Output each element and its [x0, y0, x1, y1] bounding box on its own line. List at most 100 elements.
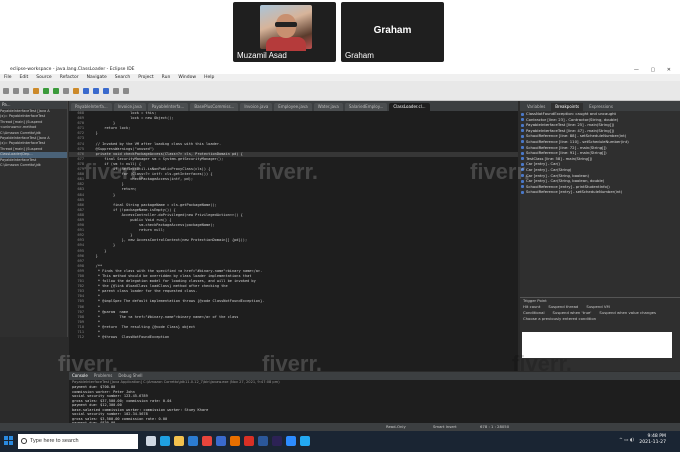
save-icon[interactable]: [13, 87, 19, 94]
word-icon[interactable]: [258, 436, 268, 446]
menu-item-run[interactable]: Run: [162, 74, 171, 81]
zoom-icon[interactable]: [286, 436, 296, 446]
window-controls[interactable]: — ▢ ✕: [634, 66, 676, 74]
right-tab-expressions[interactable]: Expressions: [585, 103, 617, 111]
code-text: }: [87, 192, 116, 197]
participant-tile-graham[interactable]: Graham Graham: [341, 2, 444, 62]
suspend-when-changes-radio[interactable]: Suspend when value changes: [599, 310, 656, 316]
java-icon[interactable]: [230, 436, 240, 446]
participant-display-label: Graham: [373, 25, 412, 36]
taskbar-search-box[interactable]: Type here to search: [18, 434, 138, 449]
meeting-strip: Muzamil Asad Graham Graham: [0, 0, 680, 66]
window-title: eclipse-workspace - java.lang.ClassLoade…: [10, 67, 135, 72]
editor-tab[interactable]: SalariedEmploy...: [344, 103, 388, 111]
open-type-icon[interactable]: [123, 87, 129, 94]
windows-start-icon[interactable]: [4, 436, 14, 446]
code-text: * @throws ClassNotFoundException: [87, 335, 170, 340]
breakpoint-list: ClassNotFoundException: caught and uncau…: [520, 111, 680, 195]
code-area[interactable]: 668 lock = this; 669 lock = new Object();…: [69, 111, 518, 371]
menu-item-refactor[interactable]: Refactor: [60, 74, 79, 81]
editor-tab[interactable]: Invoice.java: [240, 103, 273, 111]
menu-item-project[interactable]: Project: [138, 74, 153, 81]
clock-date: 2021-11-27: [639, 440, 666, 445]
eclipse-window: eclipse-workspace - java.lang.ClassLoade…: [0, 66, 680, 431]
menu-item-file[interactable]: File: [4, 74, 12, 81]
status-cursor-position: 678 : 1 : 28050: [480, 424, 510, 429]
task-view-icon[interactable]: [146, 436, 156, 446]
right-tab-variables[interactable]: Variables: [523, 103, 549, 111]
console-tabs: Console Problems Debug Shell: [69, 372, 680, 380]
code-editor: PayableInterfa... Invoice.java PayableInte…: [69, 101, 518, 371]
edge-icon[interactable]: [160, 436, 170, 446]
search-icon[interactable]: [113, 87, 119, 94]
print-icon[interactable]: [23, 87, 29, 94]
console-tab-debug-shell[interactable]: Debug Shell: [118, 372, 142, 380]
code-text: * @return The resulting {@code Class} ob…: [87, 324, 196, 329]
file-explorer-icon[interactable]: [174, 436, 184, 446]
search-placeholder: Type here to search: [30, 438, 79, 444]
terminate-icon[interactable]: [73, 87, 79, 94]
screen: Muzamil Asad Graham Graham eclipse-works…: [0, 0, 680, 452]
resume-icon[interactable]: [53, 87, 59, 94]
menu-item-search[interactable]: Search: [115, 74, 130, 81]
workbench: Pa... PayableInterfaceTest [Java A (x)= …: [0, 101, 680, 431]
step-return-icon[interactable]: [103, 87, 109, 94]
breakpoints-view: Variables Breakpoints Expressions ClassNot…: [520, 101, 680, 371]
code-line: 712 * @throws ClassNotFoundException: [69, 335, 518, 340]
run-icon[interactable]: [43, 87, 49, 94]
editor-tab[interactable]: ClassLoader.cl...: [389, 103, 430, 111]
suspend-icon[interactable]: [63, 87, 69, 94]
participant-tile-muzamil[interactable]: Muzamil Asad: [233, 2, 336, 62]
taskbar: Type here to search ^ ▭ ◖) 9:48 PM 2021-…: [0, 431, 680, 452]
menu-item-source[interactable]: Source: [36, 74, 51, 81]
code-text: * parent class loader for the requested …: [87, 289, 198, 294]
menu-item-navigate[interactable]: Navigate: [87, 74, 107, 81]
eclipse-icon[interactable]: [272, 436, 282, 446]
editor-tab[interactable]: PayableInterfa...: [147, 103, 189, 111]
code-text: }: [87, 131, 98, 136]
window-titlebar: eclipse-workspace - java.lang.ClassLoade…: [0, 66, 680, 74]
debug-view: Pa... PayableInterfaceTest [Java A (x)= …: [0, 101, 68, 337]
condition-editor[interactable]: [522, 332, 672, 358]
step-over-icon[interactable]: [93, 87, 99, 94]
line-number: 712: [77, 335, 85, 340]
taskbar-clock[interactable]: 9:48 PM 2021-11-27: [639, 434, 666, 446]
vscode-icon[interactable]: [300, 436, 310, 446]
store-icon[interactable]: [216, 436, 226, 446]
right-panel-tabs: Variables Breakpoints Expressions: [520, 101, 680, 111]
menu-item-help[interactable]: Help: [204, 74, 214, 81]
participant-video: [260, 5, 312, 51]
debug-tree: PayableInterfaceTest [Java A (x)= Payabl…: [0, 109, 67, 168]
tray-icons[interactable]: ^ ▭ ◖): [619, 438, 634, 443]
menu-item-window[interactable]: Window: [178, 74, 196, 81]
new-icon[interactable]: [3, 87, 9, 94]
console-output[interactable]: payment due: $700.00 commission worker: P…: [69, 385, 680, 426]
code-text: * @implSpec The default implementation t…: [87, 299, 265, 304]
pdf-icon[interactable]: [244, 436, 254, 446]
code-text: * The <a href="#binary-name">binary name…: [87, 314, 239, 319]
tree-item[interactable]: C:\Amazon Corretto\jdk: [0, 163, 67, 168]
editor-tab[interactable]: PayableInterfa...: [71, 103, 112, 111]
debug-icon[interactable]: [33, 87, 39, 94]
menu-bar: File Edit Source Refactor Navigate Search Proj…: [0, 74, 680, 81]
breakpoint-options: Trigger Point Hit count Suspend thread Sus…: [520, 297, 680, 371]
participant-name: Graham: [345, 51, 374, 60]
chrome-icon[interactable]: [202, 436, 212, 446]
editor-tab[interactable]: Invoice.java: [113, 103, 146, 111]
debug-view-tab[interactable]: Pa...: [0, 101, 67, 109]
editor-tab[interactable]: BasePlusCommiss...: [190, 103, 239, 111]
right-tab-breakpoints[interactable]: Breakpoints: [551, 103, 584, 111]
mail-icon[interactable]: [188, 436, 198, 446]
editor-tab[interactable]: Water.java: [313, 103, 343, 111]
editor-tab[interactable]: Employee.java: [274, 103, 312, 111]
editor-tabs: PayableInterfa... Invoice.java PayableInte…: [69, 101, 518, 111]
breakpoint-item[interactable]: SchoolReference [entry] - setScheduleNum…: [520, 189, 680, 195]
menu-item-edit[interactable]: Edit: [20, 74, 29, 81]
console-tab-console[interactable]: Console: [72, 372, 88, 380]
participant-name: Muzamil Asad: [237, 51, 287, 60]
condition-hint: Choose a previously entered condition: [523, 316, 597, 321]
status-writable: Read-Only: [386, 424, 406, 429]
status-insert-mode: Smart Insert: [433, 424, 457, 429]
console-tab-problems[interactable]: Problems: [94, 372, 112, 380]
step-into-icon[interactable]: [83, 87, 89, 94]
